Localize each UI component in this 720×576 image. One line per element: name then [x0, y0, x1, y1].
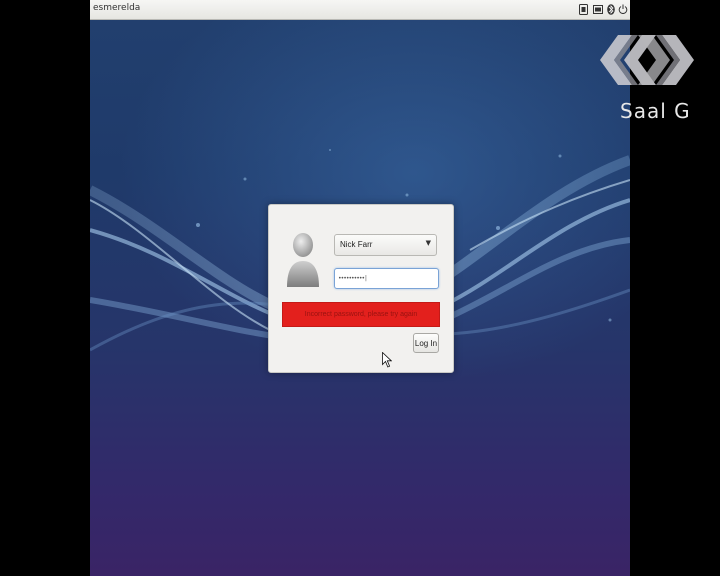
- password-input[interactable]: [334, 268, 439, 289]
- error-message: Incorrect password, please try again: [304, 311, 418, 318]
- selected-user-label: Nick Farr: [340, 240, 373, 249]
- top-panel: esmerelda: [90, 0, 630, 20]
- keyboard-icon[interactable]: [578, 3, 589, 15]
- user-select[interactable]: Nick Farr ▼: [334, 234, 437, 256]
- login-button[interactable]: Log In: [413, 333, 439, 353]
- watermark-text: Saal G: [620, 99, 691, 123]
- hostname-label: esmerelda: [93, 3, 141, 13]
- bluetooth-icon[interactable]: [605, 3, 616, 15]
- power-icon[interactable]: [617, 3, 628, 15]
- desktop-screen: esmerelda Nick Farr ▼ ••••••••••| Incorr…: [90, 0, 630, 576]
- battery-icon[interactable]: [592, 3, 603, 15]
- watermark-logo-icon: [600, 35, 694, 85]
- error-banner: Incorrect password, please try again: [282, 302, 440, 327]
- user-avatar: [287, 233, 319, 287]
- mouse-cursor-icon: [382, 352, 392, 368]
- chevron-down-icon: ▼: [425, 239, 431, 247]
- login-dialog: Nick Farr ▼ Incorrect password, please t…: [268, 204, 454, 373]
